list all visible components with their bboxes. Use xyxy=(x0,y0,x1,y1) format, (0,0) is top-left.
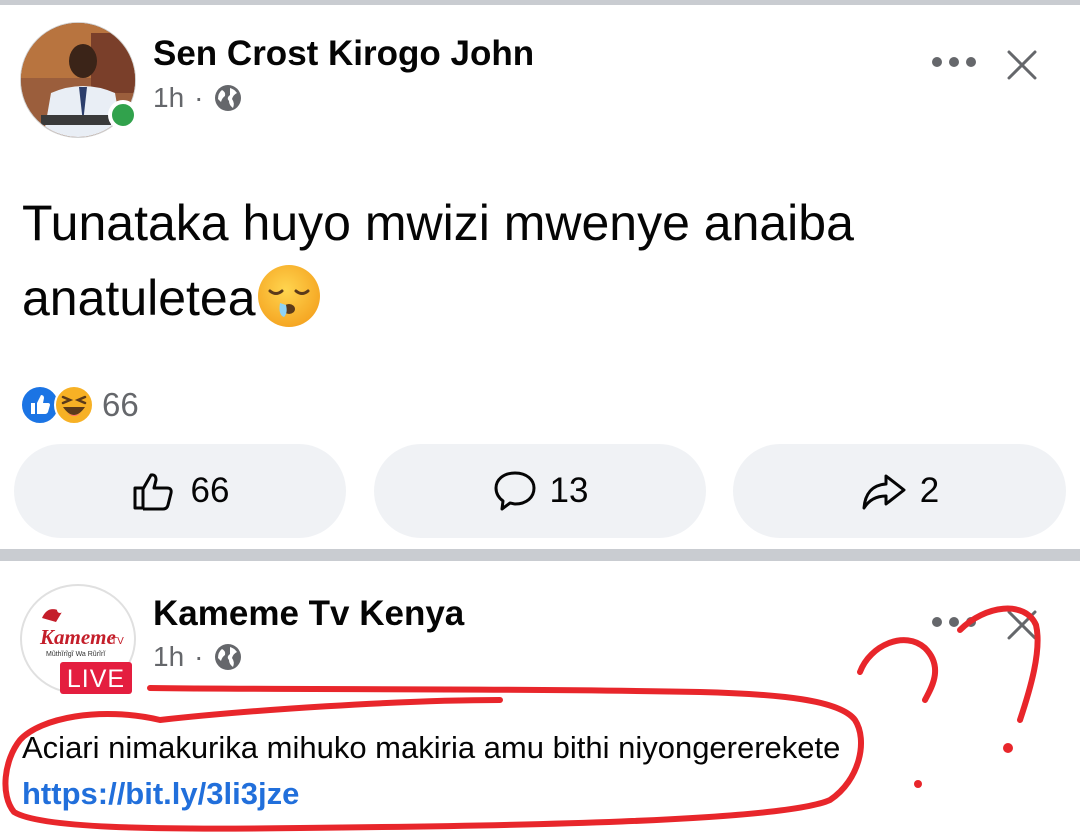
comment-count: 13 xyxy=(549,471,589,510)
post-meta: 1h · xyxy=(153,82,243,114)
post-text: Tunataka huyo mwizi mwenye anaiba anatul… xyxy=(22,186,1062,336)
reactions-count: 66 xyxy=(102,386,139,423)
crying-face-emoji xyxy=(257,265,320,327)
more-icon[interactable] xyxy=(932,57,976,67)
post-text-content: Tunataka huyo mwizi mwenye anaiba anatul… xyxy=(22,195,854,326)
like-icon xyxy=(133,473,173,511)
live-badge: LIVE xyxy=(60,662,132,694)
meta-separator: · xyxy=(194,82,204,113)
top-divider xyxy=(0,0,1080,5)
close-icon[interactable] xyxy=(1005,608,1039,642)
post2-time[interactable]: 1h xyxy=(153,641,184,673)
online-status-dot xyxy=(108,100,138,130)
close-icon[interactable] xyxy=(1005,48,1039,82)
post2-text: Aciari nimakurika mihuko makiria amu bit… xyxy=(22,725,1062,817)
like-count: 66 xyxy=(190,471,230,510)
globe-icon xyxy=(215,85,242,111)
globe-icon xyxy=(215,644,242,670)
post-divider xyxy=(0,549,1080,561)
logo-tagline: Mũthĩrĩgĩ Wa Rũrĩrĩ xyxy=(46,651,106,658)
reactions-summary[interactable]: 66 xyxy=(20,385,139,425)
meta2-separator: · xyxy=(194,641,204,672)
more-icon[interactable] xyxy=(932,617,976,627)
haha-reaction-icon xyxy=(54,385,94,425)
post-link[interactable]: https://bit.ly/3li3jze xyxy=(22,776,299,811)
logo-tv: TV xyxy=(111,636,124,647)
author-name[interactable]: Sen Crost Kirogo John xyxy=(153,34,534,74)
page-name[interactable]: Kameme Tv Kenya xyxy=(153,594,464,634)
share-count: 2 xyxy=(919,471,940,510)
post2-meta: 1h · xyxy=(153,641,243,673)
post-time[interactable]: 1h xyxy=(153,82,184,114)
post2-text-content: Aciari nimakurika mihuko makiria amu bit… xyxy=(22,730,841,765)
like-button[interactable]: 66 xyxy=(14,444,346,538)
red-scribble-annotation xyxy=(2,605,1041,832)
logo-text: Kameme xyxy=(39,625,116,649)
share-icon xyxy=(862,474,906,510)
comment-button[interactable]: 13 xyxy=(374,444,706,538)
share-button[interactable]: 2 xyxy=(733,444,1066,538)
comment-icon xyxy=(494,471,536,511)
